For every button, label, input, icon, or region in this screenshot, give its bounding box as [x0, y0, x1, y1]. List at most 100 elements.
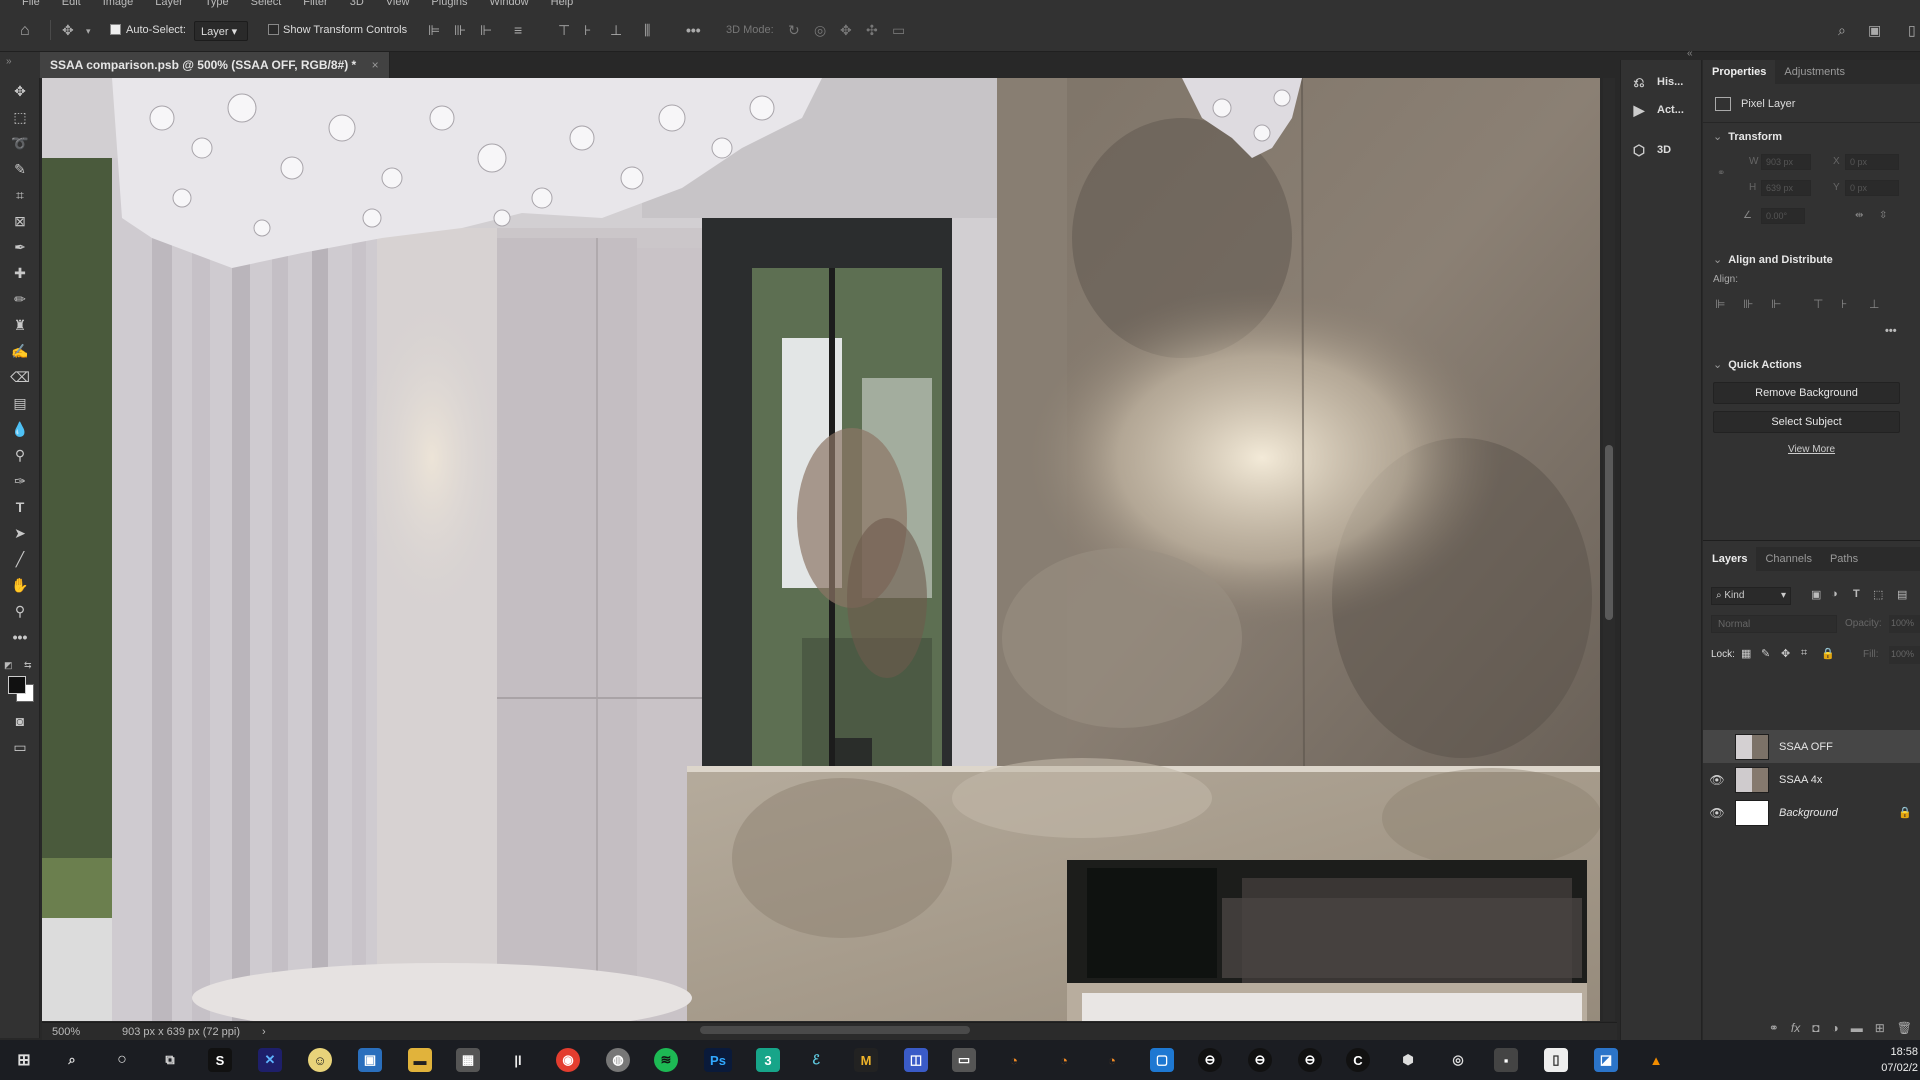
fill-field[interactable]: 100%	[1889, 646, 1920, 664]
align-center-icon[interactable]: ⊪	[454, 22, 466, 39]
filter-pixel-icon[interactable]: ▣	[1811, 588, 1821, 601]
share-icon[interactable]: ▯	[1908, 22, 1916, 39]
notepad-icon[interactable]: ▯	[1544, 1048, 1568, 1072]
adjustment-layer-icon[interactable]: ◑	[1831, 1021, 1838, 1035]
move-tool-icon[interactable]: ✥	[8, 80, 32, 102]
lasso-tool-icon[interactable]: ➰	[8, 132, 32, 154]
close-tab-icon[interactable]: ×	[372, 58, 379, 72]
line-tool-icon[interactable]: ╱	[8, 548, 32, 570]
distribute-vertical-icon[interactable]: ⫼	[644, 22, 650, 39]
app-photos-icon[interactable]: ◪	[1594, 1048, 1618, 1072]
collapse-panels-icon[interactable]: «	[1687, 48, 1693, 59]
cortana-icon[interactable]: ○	[110, 1048, 134, 1072]
layer-row-background[interactable]: 👁 Background 🔒	[1703, 796, 1920, 829]
document-tab[interactable]: SSAA comparison.psb @ 500% (SSAA OFF, RG…	[40, 52, 390, 78]
align-left-icon[interactable]: ⊫	[428, 22, 440, 39]
lock-transparent-icon[interactable]: ▦	[1741, 647, 1751, 660]
tab-layers[interactable]: Layers	[1703, 547, 1757, 571]
new-layer-icon[interactable]: ⊞	[1875, 1021, 1885, 1035]
y-field[interactable]: 0 px	[1845, 180, 1899, 196]
calculator-icon[interactable]: ▦	[456, 1048, 480, 1072]
delete-layer-icon[interactable]: 🗑	[1897, 1021, 1912, 1035]
pen-tool-icon[interactable]: ✑	[8, 470, 32, 492]
align-right-icon[interactable]: ⊩	[480, 22, 492, 39]
eraser-tool-icon[interactable]: ⌫	[8, 366, 32, 388]
dodge-tool-icon[interactable]: ⚲	[8, 444, 32, 466]
opacity-field[interactable]: 100%	[1889, 615, 1920, 633]
quick-mask-icon[interactable]: ◙	[8, 710, 32, 732]
status-arrow-icon[interactable]: ›	[262, 1026, 266, 1038]
filter-smart-object-icon[interactable]: ▤	[1897, 588, 1907, 601]
path-selection-tool-icon[interactable]: ➤	[8, 522, 32, 544]
blender-icon-3[interactable]: ◔	[1100, 1048, 1124, 1072]
auto-select-checkbox[interactable]	[110, 24, 121, 35]
swap-colors-icon[interactable]: ⇆	[24, 660, 32, 671]
tab-properties[interactable]: Properties	[1703, 60, 1776, 84]
app-3-icon[interactable]: 3	[756, 1048, 780, 1072]
flip-horizontal-icon[interactable]: ⇹	[1855, 210, 1863, 221]
file-explorer-icon[interactable]: ▬	[408, 1048, 432, 1072]
tab-adjustments[interactable]: Adjustments	[1775, 60, 1854, 84]
fx-icon[interactable]: fx	[1791, 1021, 1800, 1035]
layer-select[interactable]: Layer ▾	[194, 21, 248, 41]
more-align-options-icon[interactable]: •••	[1885, 325, 1897, 337]
app-hex-icon[interactable]: ⬢	[1396, 1048, 1420, 1072]
history-panel-button[interactable]: ⎌ His...	[1631, 74, 1683, 90]
3d-orbit-icon[interactable]: ↻	[788, 22, 800, 39]
menu-select[interactable]: Select	[251, 0, 282, 8]
tab-channels[interactable]: Channels	[1756, 547, 1820, 571]
workspace-icon[interactable]: ▣	[1868, 22, 1881, 39]
frame-tool-icon[interactable]: ⊠	[8, 210, 32, 232]
app-circle-icon-1[interactable]: ⊖	[1198, 1048, 1222, 1072]
app-blue-square-icon[interactable]: ▢	[1150, 1048, 1174, 1072]
lock-image-icon[interactable]: ✎	[1761, 647, 1770, 660]
x-field[interactable]: 0 px	[1845, 154, 1899, 170]
clone-stamp-tool-icon[interactable]: ♜	[8, 314, 32, 336]
height-field[interactable]: 639 px	[1761, 180, 1811, 196]
width-field[interactable]: 903 px	[1761, 154, 1811, 170]
tab-paths[interactable]: Paths	[1821, 547, 1867, 571]
app-c-icon[interactable]: C	[1346, 1048, 1370, 1072]
angle-field[interactable]: 0.00°	[1761, 208, 1805, 224]
hand-tool-icon[interactable]: ✋	[8, 574, 32, 596]
lock-all-icon[interactable]: 🔒	[1821, 647, 1835, 660]
photoshop-icon[interactable]: Ps	[704, 1048, 732, 1072]
quick-actions-section-header[interactable]: ⌄ Quick Actions	[1713, 358, 1802, 371]
chrome-icon[interactable]: ◉	[556, 1048, 580, 1072]
distribute-icon[interactable]: ≡	[514, 22, 522, 38]
align-left-edges-icon[interactable]: ⊫	[1715, 297, 1729, 311]
filter-type-icon[interactable]: T	[1853, 588, 1860, 600]
align-top-icon[interactable]: ⊤	[558, 22, 570, 39]
menu-file[interactable]: File	[22, 0, 40, 8]
system-clock[interactable]: 18:58 07/02/2	[1881, 1044, 1918, 1076]
vlc-icon[interactable]: ▲	[1644, 1048, 1668, 1072]
blend-mode-select[interactable]: Normal	[1711, 615, 1837, 633]
filter-adjustment-icon[interactable]: ◑	[1831, 588, 1838, 600]
app-m-icon[interactable]: M	[854, 1048, 878, 1072]
filter-shape-icon[interactable]: ⬚	[1873, 588, 1883, 601]
brush-tool-icon[interactable]: ✏	[8, 288, 32, 310]
quick-selection-tool-icon[interactable]: ✎	[8, 158, 32, 180]
app-x-icon[interactable]: ✕	[258, 1048, 282, 1072]
show-transform-checkbox[interactable]	[268, 24, 279, 35]
lock-artboard-icon[interactable]: ⌗	[1801, 647, 1807, 660]
blender-icon-1[interactable]: ◔	[1002, 1048, 1026, 1072]
vertical-scroll-thumb[interactable]	[1605, 445, 1613, 620]
select-subject-button[interactable]: Select Subject	[1713, 411, 1900, 433]
3d-panel-button[interactable]: ⬡ 3D	[1631, 142, 1671, 158]
app-circle-icon-3[interactable]: ⊖	[1298, 1048, 1322, 1072]
actions-panel-button[interactable]: ▶ Act...	[1631, 102, 1684, 118]
add-mask-icon[interactable]: ◘	[1812, 1021, 1819, 1035]
blur-tool-icon[interactable]: 💧	[8, 418, 32, 440]
app-gray-icon[interactable]: ▪	[1494, 1048, 1518, 1072]
app-monitor-icon[interactable]: ▭	[952, 1048, 976, 1072]
align-horizontal-centers-icon[interactable]: ⊪	[1743, 297, 1757, 311]
more-options-icon[interactable]: •••	[686, 22, 701, 38]
3d-camera-icon[interactable]: ▭	[892, 22, 905, 39]
foreground-color-swatch[interactable]	[8, 676, 26, 694]
align-bottom-edges-icon[interactable]: ⊥	[1869, 297, 1883, 311]
app-s-icon[interactable]: S	[208, 1048, 232, 1072]
3d-roll-icon[interactable]: ◎	[814, 22, 826, 39]
task-view-icon[interactable]: ⧉	[158, 1048, 182, 1072]
chevron-down-icon[interactable]: ▾	[86, 26, 91, 37]
